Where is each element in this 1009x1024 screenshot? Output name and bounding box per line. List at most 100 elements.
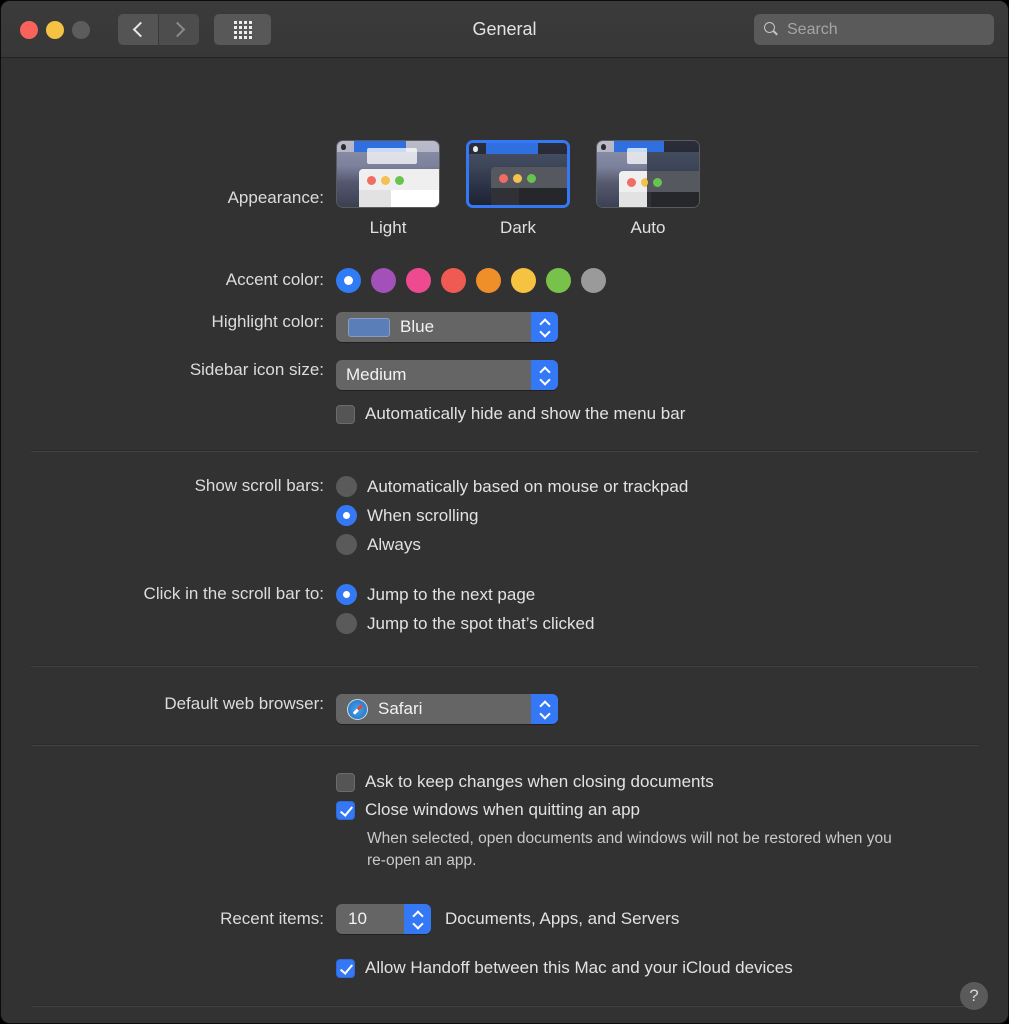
chevron-down-icon [541, 377, 549, 382]
help-button[interactable]: ? [960, 982, 988, 1010]
separator-2 [31, 665, 978, 667]
scroll-label-automatic: Automatically based on mouse or trackpad [367, 476, 689, 496]
scroll-radio-when-scrolling[interactable] [336, 505, 357, 526]
click-radio-spot-clicked[interactable] [336, 613, 357, 634]
default-web-browser-label: Default web browser: [164, 694, 324, 713]
close-windows-row[interactable]: Close windows when quitting an app [336, 800, 912, 820]
close-dot-icon [367, 176, 376, 185]
popup-stepper-arrows[interactable] [531, 694, 558, 724]
show-scroll-bars-row: Show scroll bars: Automatically based on… [1, 476, 1008, 563]
separator-3 [31, 744, 978, 746]
auto-hide-menu-bar-checkbox[interactable] [336, 404, 355, 424]
accent-swatch-graphite[interactable] [581, 268, 606, 293]
popup-stepper-arrows[interactable] [531, 312, 558, 342]
recent-items-popup[interactable]: 10 [336, 904, 431, 934]
accent-swatch-blue[interactable] [336, 268, 361, 293]
zoom-dot-icon [395, 176, 404, 185]
accent-swatch-orange[interactable] [476, 268, 501, 293]
default-web-browser-popup[interactable]: Safari [336, 694, 558, 724]
scroll-radio-automatic[interactable] [336, 476, 357, 497]
popup-stepper-arrows[interactable] [404, 904, 431, 934]
chevron-down-icon [541, 329, 549, 334]
appearance-thumb-dark[interactable] [466, 140, 570, 208]
window-traffic-lights-preview [491, 167, 567, 183]
chevron-down-icon [541, 711, 549, 716]
recent-items-suffix: Documents, Apps, and Servers [445, 909, 680, 928]
recent-items-label: Recent items: [220, 909, 324, 928]
highlight-color-swatch [348, 317, 390, 337]
documents-block: Ask to keep changes when closing documen… [336, 772, 912, 872]
click-scroll-bar-label: Click in the scroll bar to: [143, 584, 324, 603]
apple-logo-icon [473, 145, 478, 152]
appearance-option-dark[interactable]: Dark [466, 140, 570, 238]
scroll-option-always[interactable]: Always [336, 534, 1008, 555]
appearance-thumb-light[interactable] [336, 140, 440, 208]
click-label-spot-clicked: Jump to the spot that’s clicked [367, 613, 595, 633]
click-option-spot-clicked[interactable]: Jump to the spot that’s clicked [336, 613, 1008, 634]
chevron-down-icon [414, 921, 422, 926]
recent-items-value: 10 [348, 909, 367, 928]
sidebar-icon-size-label: Sidebar icon size: [189, 360, 324, 379]
appearance-label-auto: Auto [630, 218, 666, 237]
appearance-option-light[interactable]: Light [336, 140, 440, 238]
system-preferences-window: General Search Appearance: Light Dark Au… [0, 0, 1009, 1024]
accent-swatch-pink[interactable] [406, 268, 431, 293]
close-windows-checkbox[interactable] [336, 800, 355, 820]
accent-color-label: Accent color: [225, 270, 324, 289]
window-preview [491, 167, 567, 205]
ask-keep-changes-row[interactable]: Ask to keep changes when closing documen… [336, 772, 912, 792]
chevron-up-icon [541, 702, 549, 707]
appearance-option-auto[interactable]: Auto [596, 140, 700, 238]
default-web-browser-value: Safari [378, 699, 423, 718]
appearance-row: Appearance: Light Dark Auto [1, 140, 1008, 238]
click-label-next-page: Jump to the next page [367, 584, 536, 604]
highlight-color-row: Highlight color: Blue [1, 312, 1008, 342]
sidebar-icon-size-row: Sidebar icon size: Medium Automatically … [1, 360, 1008, 432]
handoff-checkbox[interactable] [336, 958, 355, 978]
sidebar-icon-size-value: Medium [346, 365, 407, 384]
chevron-up-icon [414, 912, 422, 917]
handoff-row[interactable]: Allow Handoff between this Mac and your … [336, 958, 793, 978]
chevron-up-icon [541, 320, 549, 325]
appearance-label: Appearance: [227, 188, 324, 207]
scroll-option-when-scrolling[interactable]: When scrolling [336, 505, 1008, 526]
zoom-dot-icon [527, 174, 536, 183]
auto-light-half [597, 141, 649, 207]
scroll-option-automatic[interactable]: Automatically based on mouse or trackpad [336, 476, 1008, 497]
accent-swatch-green[interactable] [546, 268, 571, 293]
search-placeholder: Search [787, 20, 838, 38]
window-traffic-lights-preview [359, 169, 439, 185]
popup-stepper-arrows[interactable] [531, 360, 558, 390]
highlight-color-label: Highlight color: [211, 312, 324, 331]
show-scroll-bars-label: Show scroll bars: [194, 476, 324, 495]
default-web-browser-row: Default web browser: Safari [1, 694, 1008, 725]
click-radio-next-page[interactable] [336, 584, 357, 605]
window-preview [359, 169, 439, 207]
window-body-preview [491, 188, 567, 205]
safari-icon [347, 698, 368, 720]
separator-1 [31, 450, 978, 452]
recent-items-row: Recent items: 10 Documents, Apps, and Se… [1, 904, 1008, 934]
window-body-preview [359, 190, 439, 207]
accent-swatch-red[interactable] [441, 268, 466, 293]
menubar-preview [469, 143, 567, 154]
search-icon [764, 22, 779, 37]
appearance-label-dark: Dark [500, 218, 536, 237]
handoff-label: Allow Handoff between this Mac and your … [365, 958, 793, 977]
appearance-thumb-auto[interactable] [596, 140, 700, 208]
highlight-color-value: Blue [400, 317, 435, 336]
highlight-color-popup[interactable]: Blue [336, 312, 558, 342]
accent-color-row: Accent color: [1, 268, 1008, 293]
apple-logo-icon [341, 143, 346, 150]
ask-keep-changes-label: Ask to keep changes when closing documen… [365, 772, 714, 791]
auto-hide-menu-bar-row[interactable]: Automatically hide and show the menu bar [336, 404, 1008, 424]
sidebar-icon-size-popup[interactable]: Medium [336, 360, 558, 390]
accent-swatch-yellow[interactable] [511, 268, 536, 293]
search-field[interactable]: Search [754, 14, 994, 45]
scroll-radio-always[interactable] [336, 534, 357, 555]
accent-swatch-purple[interactable] [371, 268, 396, 293]
click-option-next-page[interactable]: Jump to the next page [336, 584, 1008, 605]
close-windows-hint: When selected, open documents and window… [367, 830, 892, 869]
accent-color-swatches [336, 268, 1008, 293]
ask-keep-changes-checkbox[interactable] [336, 772, 355, 792]
